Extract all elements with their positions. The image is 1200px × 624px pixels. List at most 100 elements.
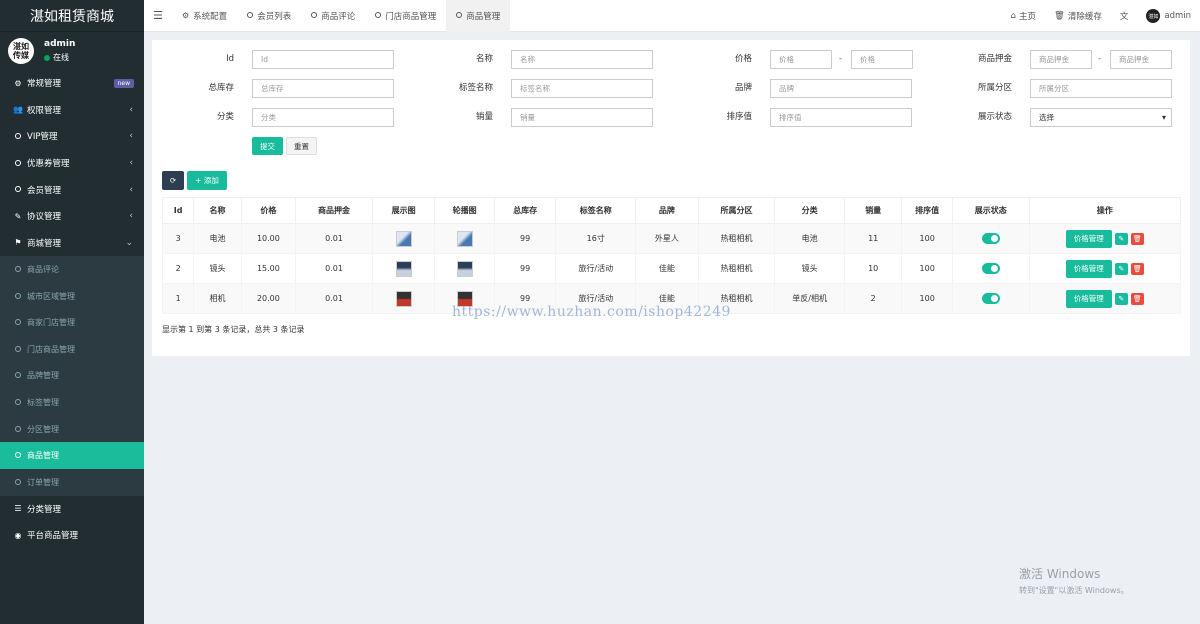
sidebar-item-general[interactable]: ⚙ 常规管理 new — [0, 70, 144, 97]
col-stock[interactable]: 总库存 — [493, 197, 557, 224]
flag-icon: ⚑ — [14, 238, 22, 248]
col-sales[interactable]: 销量 — [843, 197, 903, 224]
sidebar-item-agreements[interactable]: ✎ 协议管理 ‹ — [0, 203, 144, 230]
edit-icon[interactable]: ✎ — [1114, 262, 1128, 275]
col-brand[interactable]: 品牌 — [635, 197, 699, 224]
delete-icon[interactable]: 🗑 — [1130, 232, 1144, 245]
zone-input[interactable]: 所属分区 — [1030, 79, 1172, 98]
sidebar-item-city-regions[interactable]: 城市区域管理 — [0, 283, 144, 310]
sidebar-item-products[interactable]: 商品管理 — [0, 442, 144, 469]
user-menu[interactable]: 湛如 admin — [1137, 9, 1200, 23]
display-image-thumbnail[interactable] — [395, 230, 412, 247]
display-status-select[interactable]: 选择 — [1030, 108, 1172, 127]
sidebar-item-categories[interactable]: ☰ 分类管理 — [0, 496, 144, 523]
sort-input[interactable]: 排序值 — [770, 108, 912, 127]
col-tag[interactable]: 标签名称 — [555, 197, 637, 224]
col-category[interactable]: 分类 — [774, 197, 845, 224]
display-status-label: 展示状态 — [977, 112, 1012, 122]
sidebar-item-permissions[interactable]: 👥 权限管理 ‹ — [0, 97, 144, 124]
tab-store-products[interactable]: 门店商品管理 — [365, 0, 446, 32]
sidebar-item-zones[interactable]: 分区管理 — [0, 416, 144, 443]
app-title[interactable]: 湛如租赁商城 — [0, 0, 144, 32]
col-deposit[interactable]: 商品押金 — [295, 197, 373, 224]
price-manage-button[interactable]: 价格管理 — [1065, 229, 1112, 248]
carousel-image-thumbnail[interactable] — [456, 260, 473, 277]
submit-button[interactable]: 提交 — [252, 137, 283, 155]
sidebar-item-members[interactable]: 会员管理 ‹ — [0, 176, 144, 203]
delete-icon[interactable]: 🗑 — [1130, 262, 1144, 275]
user-status: 在线 — [44, 52, 75, 63]
magic-icon: ✎ — [14, 211, 22, 221]
price-manage-button[interactable]: 价格管理 — [1065, 289, 1112, 308]
category-label: 分类 — [216, 112, 234, 122]
sidebar-item-platform-products[interactable]: ◉ 平台商品管理 — [0, 522, 144, 549]
col-zone[interactable]: 所属分区 — [697, 197, 776, 224]
stock-input[interactable]: 总库存 — [252, 79, 394, 98]
display-status-toggle[interactable] — [981, 263, 1000, 274]
sidebar-item-tags[interactable]: 标签管理 — [0, 389, 144, 416]
carousel-image-thumbnail[interactable] — [456, 230, 473, 247]
home-link[interactable]: ⌂ 主页 — [1002, 10, 1045, 22]
col-display-status[interactable]: 展示状态 — [951, 197, 1030, 224]
sort-label: 排序值 — [726, 112, 752, 122]
table-row[interactable]: 2 镜头 15.00 0.01 99 旅行/活动 佳能 热租相机 镜头 10 1… — [161, 253, 1182, 284]
sidebar-menu: ⚙ 常规管理 new 👥 权限管理 ‹ VIP管理 ‹ 优惠券管理 ‹ 会员管理 ‹ ✎ 协议管… — [0, 70, 144, 256]
refresh-icon[interactable]: ⟳ — [162, 171, 184, 190]
col-name[interactable]: 名称 — [193, 197, 242, 224]
brand-input[interactable]: 品牌 — [770, 79, 912, 98]
sidebar-item-mall[interactable]: ⚑ 商城管理 ⌄ — [0, 230, 144, 257]
name-label: 名称 — [475, 54, 493, 64]
tab-product-reviews[interactable]: 商品评论 — [301, 0, 365, 32]
price-max-input[interactable]: 价格 — [851, 50, 913, 69]
circle-icon — [13, 318, 23, 327]
edit-icon[interactable]: ✎ — [1114, 292, 1128, 305]
category-input[interactable]: 分类 — [252, 108, 394, 127]
tab-member-list[interactable]: 会员列表 — [237, 0, 301, 32]
price-min-input[interactable]: 价格 — [770, 50, 832, 69]
cell-name: 相机 — [193, 283, 242, 314]
sidebar-item-coupons[interactable]: 优惠券管理 ‹ — [0, 150, 144, 177]
tab-system-config[interactable]: ⚙ 系统配置 — [172, 0, 237, 32]
name-input[interactable]: 名称 — [511, 50, 653, 69]
add-button[interactable]: + 添加 — [187, 171, 227, 190]
col-price[interactable]: 价格 — [240, 197, 297, 224]
display-image-thumbnail[interactable] — [395, 260, 412, 277]
tag-label: 标签名称 — [458, 83, 493, 93]
circle-icon — [13, 425, 23, 434]
reset-button[interactable]: 重置 — [286, 137, 317, 155]
windows-activation-title: 激活 Windows — [1019, 567, 1101, 581]
tab-products[interactable]: 商品管理 — [446, 0, 511, 32]
cell-sort: 100 — [901, 253, 953, 284]
sidebar-item-orders[interactable]: 订单管理 — [0, 469, 144, 496]
sidebar-item-vip[interactable]: VIP管理 ‹ — [0, 123, 144, 150]
sidebar-menu-bottom: ☰ 分类管理 ◉ 平台商品管理 — [0, 496, 144, 549]
col-display-image[interactable]: 展示图 — [371, 197, 436, 224]
clear-cache-button[interactable]: 🗑 清除缓存 — [1045, 10, 1111, 22]
delete-icon[interactable]: 🗑 — [1130, 292, 1144, 305]
col-carousel[interactable]: 轮播图 — [434, 197, 495, 224]
sidebar-item-reviews[interactable]: 商品评论 — [0, 256, 144, 283]
deposit-min-input[interactable]: 商品押金 — [1030, 50, 1092, 69]
display-status-toggle[interactable] — [981, 293, 1000, 304]
cell-id: 2 — [161, 253, 195, 284]
windows-activation-notice: 激活 Windows 转到"设置"以激活 Windows。 — [1019, 565, 1129, 596]
table-row[interactable]: 3 电池 10.00 0.01 99 16寸 外星人 热租相机 电池 11 10… — [161, 223, 1182, 254]
id-input[interactable]: Id — [252, 50, 394, 69]
display-image-thumbnail[interactable] — [395, 290, 412, 307]
chevron-left-icon: ‹ — [129, 104, 133, 115]
sidebar-item-store-products[interactable]: 门店商品管理 — [0, 336, 144, 363]
sidebar-item-brands[interactable]: 品牌管理 — [0, 363, 144, 390]
hamburger-icon[interactable]: ☰ — [144, 0, 172, 32]
sales-input[interactable]: 销量 — [511, 108, 653, 127]
col-id[interactable]: Id — [161, 197, 195, 224]
language-toggle[interactable]: 文 — [1111, 10, 1138, 22]
cell-brand: 外星人 — [635, 223, 699, 254]
sidebar-item-stores[interactable]: 商家门店管理 — [0, 309, 144, 336]
price-manage-button[interactable]: 价格管理 — [1065, 259, 1112, 278]
edit-icon[interactable]: ✎ — [1114, 232, 1128, 245]
col-sort[interactable]: 排序值 — [901, 197, 953, 224]
display-status-toggle[interactable] — [981, 233, 1000, 244]
deposit-max-input[interactable]: 商品押金 — [1110, 50, 1172, 69]
cell-deposit: 0.01 — [295, 223, 373, 254]
tag-input[interactable]: 标签名称 — [511, 79, 653, 98]
